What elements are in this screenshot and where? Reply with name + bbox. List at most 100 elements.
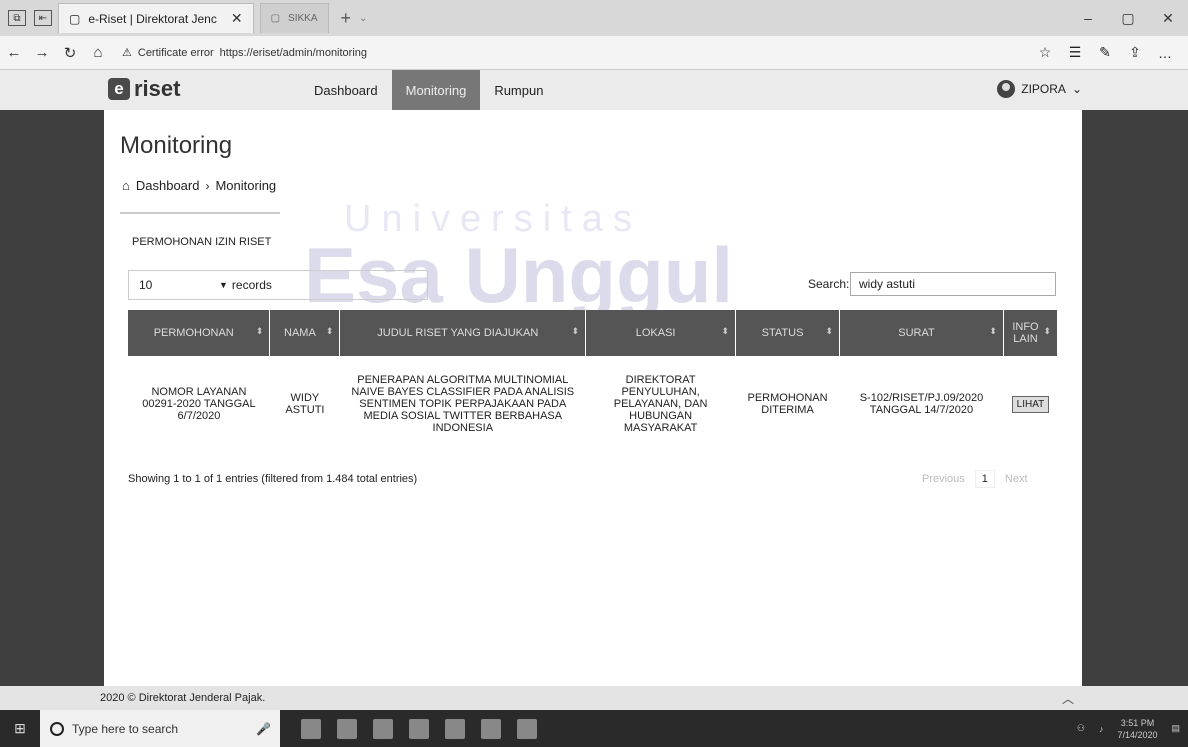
- tab-actions-icon[interactable]: ⧉: [8, 10, 26, 26]
- sort-icon: ⬍: [825, 326, 834, 336]
- pagination: Previous 1 Next: [922, 470, 1028, 488]
- breadcrumb: ⌂ Dashboard › Monitoring: [122, 178, 276, 193]
- user-avatar-icon: [997, 80, 1016, 98]
- lihat-button[interactable]: LIHAT: [1011, 395, 1050, 413]
- tab-sikka[interactable]: ▢ SIKKA: [259, 3, 329, 33]
- table-header-row: PERMOHONAN ⬍ NAMA ⬍ JUDUL RISET YANG DIAJU…: [128, 310, 1059, 356]
- user-name: ZIPORA: [1021, 82, 1066, 96]
- taskbar-apps: [300, 718, 537, 739]
- search-input[interactable]: [850, 272, 1056, 296]
- chevron-down-icon[interactable]: ⌄: [359, 13, 367, 24]
- people-icon[interactable]: ⚇: [1077, 723, 1085, 734]
- page-icon: ▢: [270, 13, 281, 24]
- warning-icon: ⚠: [122, 47, 132, 59]
- page-1-button[interactable]: 1: [974, 470, 995, 488]
- back-icon[interactable]: ←: [0, 44, 28, 61]
- col-status[interactable]: STATUS ⬍: [735, 310, 841, 356]
- refresh-icon[interactable]: ↻: [56, 44, 84, 62]
- sort-icon: ⬍: [255, 326, 264, 336]
- certificate-error-label: Certificate error: [137, 46, 214, 59]
- home-icon: ⌂: [122, 178, 130, 193]
- system-tray: ⚇ ♪ 3:51 PM 7/14/2020 ▤: [1077, 710, 1180, 747]
- share-icon[interactable]: ⇪: [1122, 44, 1148, 61]
- cell-nama: WIDY ASTUTI: [285, 392, 325, 416]
- notifications-icon[interactable]: ▤: [1171, 723, 1180, 734]
- entries-summary: Showing 1 to 1 of 1 entries (filtered fr…: [128, 473, 418, 485]
- site-footer: 2020 © Direktorat Jenderal Pajak. ︿: [0, 686, 1188, 710]
- title-divider: [120, 212, 280, 214]
- cell-surat: S-102/RISET/PJ.09/2020 TANGGAL 14/7/2020: [859, 392, 984, 416]
- volume-icon[interactable]: ♪: [1099, 724, 1104, 734]
- col-lokasi[interactable]: LOKASI ⬍: [585, 310, 737, 356]
- nav-monitoring[interactable]: Monitoring: [391, 70, 481, 116]
- forward-icon[interactable]: →: [28, 44, 56, 61]
- site-navbar: e riset Dashboard Monitoring Rumpun ZIPO…: [0, 70, 1188, 116]
- sort-icon: ⬍: [325, 326, 334, 336]
- favorite-star-icon[interactable]: ☆: [1032, 44, 1058, 61]
- page-icon: ▢: [69, 11, 81, 26]
- clock[interactable]: 3:51 PM 7/14/2020: [1117, 717, 1157, 741]
- user-menu[interactable]: ZIPORA ⌄: [997, 80, 1082, 98]
- app-icon[interactable]: [480, 718, 501, 739]
- app-icon[interactable]: [444, 718, 465, 739]
- site-logo[interactable]: e riset: [108, 76, 180, 102]
- nav-dashboard[interactable]: Dashboard: [300, 70, 392, 110]
- col-info-lain[interactable]: INFO LAIN ⬍: [1003, 310, 1059, 356]
- monitoring-table: PERMOHONAN ⬍ NAMA ⬍ JUDUL RISET YANG DIAJU…: [128, 310, 1059, 452]
- file-explorer-icon[interactable]: [336, 718, 357, 739]
- breadcrumb-monitoring: Monitoring: [215, 178, 277, 193]
- close-window-icon[interactable]: ✕: [1148, 10, 1188, 27]
- url-text[interactable]: https://eriset/admin/monitoring: [220, 47, 367, 59]
- task-view-icon[interactable]: [300, 718, 321, 739]
- close-tab-icon[interactable]: ✕: [231, 10, 243, 27]
- col-surat[interactable]: SURAT ⬍: [839, 310, 1004, 356]
- records-value: 10: [139, 278, 153, 292]
- cortana-icon: [50, 721, 64, 736]
- search-label: Search:: [808, 277, 850, 291]
- pen-icon[interactable]: ✎: [1092, 44, 1118, 61]
- records-label: records: [231, 278, 272, 292]
- page-title: Monitoring: [120, 132, 233, 159]
- new-tab-icon[interactable]: +: [341, 8, 352, 29]
- main-menu: Dashboard Monitoring Rumpun: [300, 70, 557, 116]
- maximize-icon[interactable]: ▢: [1108, 10, 1148, 27]
- table-row: NOMOR LAYANAN 00291-2020 TANGGAL 6/7/202…: [128, 356, 1058, 452]
- minimize-icon[interactable]: –: [1068, 10, 1108, 26]
- mail-icon[interactable]: [408, 718, 429, 739]
- url-field[interactable]: ⚠ Certificate error https://eriset/admin…: [122, 46, 1032, 60]
- next-page-button[interactable]: Next: [1005, 473, 1028, 485]
- microphone-icon[interactable]: 🎤: [256, 722, 271, 736]
- content-panel: Universitas Esa Unggul Monitoring ⌂ Dash…: [104, 110, 1082, 686]
- home-icon[interactable]: ⌂: [84, 44, 112, 61]
- right-margin: [1082, 70, 1188, 686]
- cell-permohonan: NOMOR LAYANAN 00291-2020 TANGGAL 6/7/202…: [142, 386, 256, 422]
- tab-eriset[interactable]: ▢ e-Riset | Direktorat Jenc ✕: [58, 3, 254, 33]
- scroll-top-icon[interactable]: ︿: [1062, 690, 1074, 707]
- address-bar: ← → ↻ ⌂ ⚠ Certificate error https://eris…: [0, 36, 1188, 70]
- tab-title: e-Riset | Direktorat Jenc: [88, 11, 217, 26]
- favorites-list-icon[interactable]: ☰: [1062, 44, 1088, 61]
- dropdown-arrow-icon: ▼: [219, 280, 228, 290]
- windows-start-icon[interactable]: ⊞: [0, 710, 40, 747]
- taskbar-search[interactable]: Type here to search: [40, 710, 280, 747]
- footer-text: 2020 © Direktorat Jenderal Pajak.: [100, 692, 266, 704]
- more-icon[interactable]: …: [1152, 45, 1178, 61]
- sort-icon: ⬍: [1043, 326, 1051, 336]
- clock-date: 7/14/2020: [1117, 729, 1158, 740]
- col-permohonan[interactable]: PERMOHONAN ⬍: [128, 310, 271, 356]
- nav-rumpun[interactable]: Rumpun: [480, 70, 557, 110]
- records-per-page-select[interactable]: 10 ▼ records: [128, 270, 428, 300]
- logo-text: riset: [134, 76, 181, 101]
- logo-mark: e: [108, 78, 130, 100]
- windows-taskbar: ⊞ Type here to search 🎤 ⚇ ♪ 3:51 PM 7/14…: [0, 710, 1188, 747]
- breadcrumb-dashboard[interactable]: Dashboard: [136, 178, 200, 193]
- chrome-icon[interactable]: [516, 718, 537, 739]
- store-icon[interactable]: [372, 718, 393, 739]
- sort-icon: ⬍: [571, 326, 580, 336]
- cell-judul: PENERAPAN ALGORITMA MULTINOMIAL NAIVE BA…: [351, 374, 575, 434]
- previous-page-button[interactable]: Previous: [922, 473, 965, 485]
- col-judul[interactable]: JUDUL RISET YANG DIAJUKAN ⬍: [339, 310, 587, 356]
- set-aside-tabs-icon[interactable]: ⇤: [34, 10, 52, 26]
- section-title: PERMOHONAN IZIN RISET: [132, 236, 272, 248]
- col-nama[interactable]: NAMA ⬍: [269, 310, 341, 356]
